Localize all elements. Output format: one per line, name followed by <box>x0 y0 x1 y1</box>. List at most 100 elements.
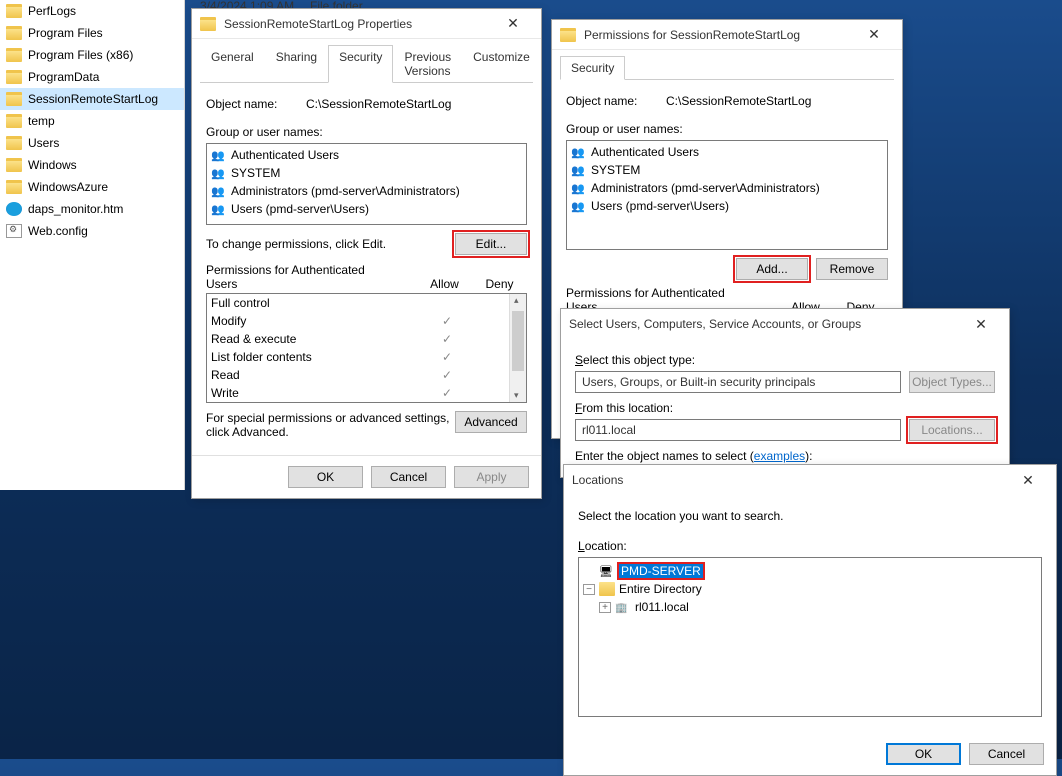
domain-icon <box>615 600 631 614</box>
location-label: Location: <box>578 539 1042 553</box>
file-name: Users <box>28 136 59 150</box>
file-name: Windows <box>28 158 77 172</box>
file-name: Program Files <box>28 26 103 40</box>
list-item[interactable]: Administrators (pmd-server\Administrator… <box>209 182 524 200</box>
perm-name: Modify <box>211 314 422 328</box>
remove-button[interactable]: Remove <box>816 258 888 280</box>
allow-check: ✓ <box>422 350 472 364</box>
file-name: Web.config <box>28 224 88 238</box>
location-tree[interactable]: PMD-SERVER − Entire Directory + rl011.lo… <box>578 557 1042 717</box>
tree-node-domain[interactable]: + rl011.local <box>599 598 1037 616</box>
list-item[interactable]: Administrators (pmd-server\Administrator… <box>569 179 885 197</box>
collapse-icon[interactable]: − <box>583 584 595 595</box>
advanced-button[interactable]: Advanced <box>455 411 527 433</box>
locations-window: Locations ✕ Select the location you want… <box>563 464 1057 776</box>
close-icon[interactable]: ✕ <box>854 26 894 43</box>
file-row[interactable]: Web.config <box>0 220 184 242</box>
edit-hint: To change permissions, click Edit. <box>206 237 386 251</box>
ok-button[interactable]: OK <box>886 743 961 765</box>
file-row[interactable]: ProgramData <box>0 66 184 88</box>
from-location-field: rl011.local <box>575 419 901 441</box>
list-item[interactable]: Users (pmd-server\Users) <box>569 197 885 215</box>
file-row[interactable]: PerfLogs <box>0 0 184 22</box>
list-item[interactable]: Authenticated Users <box>569 143 885 161</box>
locations-button[interactable]: Locations... <box>909 419 995 441</box>
group-icon <box>211 166 227 180</box>
tree-node-directory[interactable]: − Entire Directory <box>583 580 1037 598</box>
tree-selected: PMD-SERVER <box>619 564 703 578</box>
permission-row: Full control <box>207 294 526 312</box>
list-item[interactable]: Authenticated Users <box>209 146 524 164</box>
tab-previous-versions[interactable]: Previous Versions <box>393 45 462 82</box>
permission-row: Write✓ <box>207 384 526 402</box>
allow-check: ✓ <box>422 332 472 346</box>
add-button[interactable]: Add... <box>736 258 808 280</box>
perm-name: Read <box>211 368 422 382</box>
edit-button[interactable]: Edit... <box>455 233 527 255</box>
cancel-button[interactable]: Cancel <box>969 743 1044 765</box>
list-item[interactable]: SYSTEM <box>569 161 885 179</box>
close-icon[interactable]: ✕ <box>1008 472 1048 489</box>
explorer-file-list: 3/4/2024 1:09 AM File folder PerfLogsPro… <box>0 0 185 490</box>
object-types-button[interactable]: Object Types... <box>909 371 995 393</box>
perm-label: Permissions for Authenticated <box>566 286 778 300</box>
folder-icon <box>6 48 22 62</box>
close-icon[interactable]: ✕ <box>961 316 1001 333</box>
file-row[interactable]: SessionRemoteStartLog <box>0 88 184 110</box>
group-listbox[interactable]: Authenticated Users SYSTEM Administrator… <box>566 140 888 250</box>
folder-icon <box>6 114 22 128</box>
file-name: temp <box>28 114 55 128</box>
titlebar[interactable]: Locations ✕ <box>564 465 1056 495</box>
htm-icon <box>6 202 22 216</box>
group-names-label: Group or user names: <box>206 125 527 139</box>
folder-icon <box>6 4 22 18</box>
tab-security[interactable]: Security <box>560 56 625 80</box>
tab-general[interactable]: General <box>200 45 265 82</box>
object-name-label: Object name: <box>206 97 306 111</box>
ok-button[interactable]: OK <box>288 466 363 488</box>
tab-sharing[interactable]: Sharing <box>265 45 328 82</box>
perm-name: Read & execute <box>211 332 422 346</box>
file-name: Program Files (x86) <box>28 48 133 62</box>
allow-check: ✓ <box>422 314 472 328</box>
scrollbar[interactable] <box>509 294 526 402</box>
titlebar[interactable]: Permissions for SessionRemoteStartLog ✕ <box>552 20 902 50</box>
file-row[interactable]: temp <box>0 110 184 132</box>
properties-window: SessionRemoteStartLog Properties ✕ Gener… <box>191 8 542 499</box>
object-name-value: C:\SessionRemoteStartLog <box>666 94 811 108</box>
group-icon <box>211 184 227 198</box>
group-listbox[interactable]: Authenticated Users SYSTEM Administrator… <box>206 143 527 225</box>
file-name: PerfLogs <box>28 4 76 18</box>
file-row[interactable]: WindowsAzure <box>0 176 184 198</box>
tree-node-server[interactable]: PMD-SERVER <box>583 562 1037 580</box>
list-item[interactable]: Users (pmd-server\Users) <box>209 200 524 218</box>
folder-icon <box>6 92 22 106</box>
expand-icon[interactable]: + <box>599 602 611 613</box>
folder-icon <box>6 26 22 40</box>
perm-name: List folder contents <box>211 350 422 364</box>
titlebar[interactable]: SessionRemoteStartLog Properties ✕ <box>192 9 541 39</box>
file-row[interactable]: Users <box>0 132 184 154</box>
window-title: Locations <box>572 473 1008 487</box>
tab-customize[interactable]: Customize <box>462 45 541 82</box>
permission-row: Modify✓ <box>207 312 526 330</box>
close-icon[interactable]: ✕ <box>493 15 533 32</box>
file-row[interactable]: daps_monitor.htm <box>0 198 184 220</box>
permission-row: Read✓ <box>207 366 526 384</box>
cancel-button[interactable]: Cancel <box>371 466 446 488</box>
group-icon <box>571 199 587 213</box>
apply-button[interactable]: Apply <box>454 466 529 488</box>
file-row[interactable]: Windows <box>0 154 184 176</box>
group-icon <box>571 163 587 177</box>
select-users-window: Select Users, Computers, Service Account… <box>560 308 1010 478</box>
group-icon <box>571 181 587 195</box>
perm-label: Users <box>206 277 417 291</box>
list-item[interactable]: SYSTEM <box>209 164 524 182</box>
allow-check: ✓ <box>422 386 472 400</box>
file-row[interactable]: Program Files (x86) <box>0 44 184 66</box>
file-row[interactable]: Program Files <box>0 22 184 44</box>
examples-link[interactable]: examples <box>754 449 805 463</box>
tab-strip: Security <box>560 56 894 80</box>
titlebar[interactable]: Select Users, Computers, Service Account… <box>561 309 1009 339</box>
tab-security[interactable]: Security <box>328 45 393 83</box>
